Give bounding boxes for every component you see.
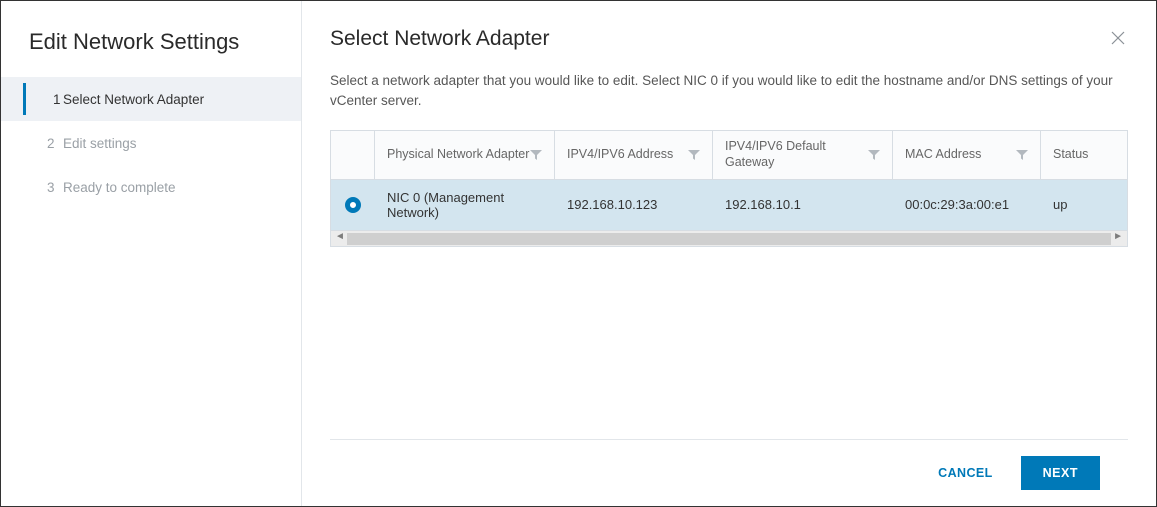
main-title: Select Network Adapter (330, 27, 549, 51)
row-address: 192.168.10.123 (555, 187, 713, 222)
row-mac: 00:0c:29:3a:00:e1 (893, 187, 1041, 222)
table-header-row: Physical Network Adapter IPV4/IPV6 Addre… (331, 131, 1127, 180)
horizontal-scrollbar[interactable] (331, 230, 1127, 246)
scrollbar-thumb[interactable] (347, 233, 1111, 245)
wizard-sidebar: Edit Network Settings 1 Select Network A… (1, 1, 301, 506)
edit-network-settings-dialog: Edit Network Settings 1 Select Network A… (0, 0, 1157, 507)
row-radio-cell[interactable] (331, 187, 375, 223)
step-number: 3 (29, 180, 63, 195)
step-label: Edit settings (63, 136, 291, 151)
filter-icon[interactable] (688, 149, 700, 161)
step-label: Ready to complete (63, 180, 291, 195)
col-label: MAC Address (905, 147, 981, 163)
col-label: Physical Network Adapter (387, 147, 529, 163)
col-select (331, 131, 375, 179)
filter-icon[interactable] (530, 149, 542, 161)
network-adapter-table: Physical Network Adapter IPV4/IPV6 Addre… (330, 130, 1128, 247)
col-status[interactable]: Status (1041, 131, 1109, 179)
filter-icon[interactable] (1016, 149, 1028, 161)
row-adapter: NIC 0 (Management Network) (375, 180, 555, 230)
col-label: Status (1053, 147, 1088, 163)
step-edit-settings[interactable]: 2 Edit settings (1, 121, 301, 165)
cancel-button[interactable]: CANCEL (928, 458, 1002, 488)
step-select-network-adapter[interactable]: 1 Select Network Adapter (1, 77, 301, 121)
step-ready-to-complete[interactable]: 3 Ready to complete (1, 165, 301, 209)
page-description: Select a network adapter that you would … (330, 71, 1128, 112)
row-gateway: 192.168.10.1 (713, 187, 893, 222)
wizard-title: Edit Network Settings (1, 29, 301, 77)
col-mac[interactable]: MAC Address (893, 131, 1041, 179)
dialog-footer: CANCEL NEXT (330, 439, 1128, 506)
col-address[interactable]: IPV4/IPV6 Address (555, 131, 713, 179)
filter-icon[interactable] (868, 149, 880, 161)
table-row[interactable]: NIC 0 (Management Network) 192.168.10.12… (331, 180, 1127, 230)
step-label: Select Network Adapter (63, 92, 291, 107)
dialog-body: Edit Network Settings 1 Select Network A… (1, 1, 1156, 506)
col-label: IPV4/IPV6 Default Gateway (725, 139, 868, 170)
step-number: 2 (29, 136, 63, 151)
row-status: up (1041, 187, 1109, 222)
wizard-steps: 1 Select Network Adapter 2 Edit settings… (1, 77, 301, 209)
col-gateway[interactable]: IPV4/IPV6 Default Gateway (713, 131, 893, 179)
next-button[interactable]: NEXT (1021, 456, 1100, 490)
radio-selected-icon[interactable] (345, 197, 361, 213)
col-label: IPV4/IPV6 Address (567, 147, 673, 163)
close-icon[interactable] (1110, 30, 1128, 48)
col-adapter[interactable]: Physical Network Adapter (375, 131, 555, 179)
step-number: 1 (29, 92, 63, 107)
main-header: Select Network Adapter (330, 27, 1128, 51)
main-panel: Select Network Adapter Select a network … (301, 1, 1156, 506)
